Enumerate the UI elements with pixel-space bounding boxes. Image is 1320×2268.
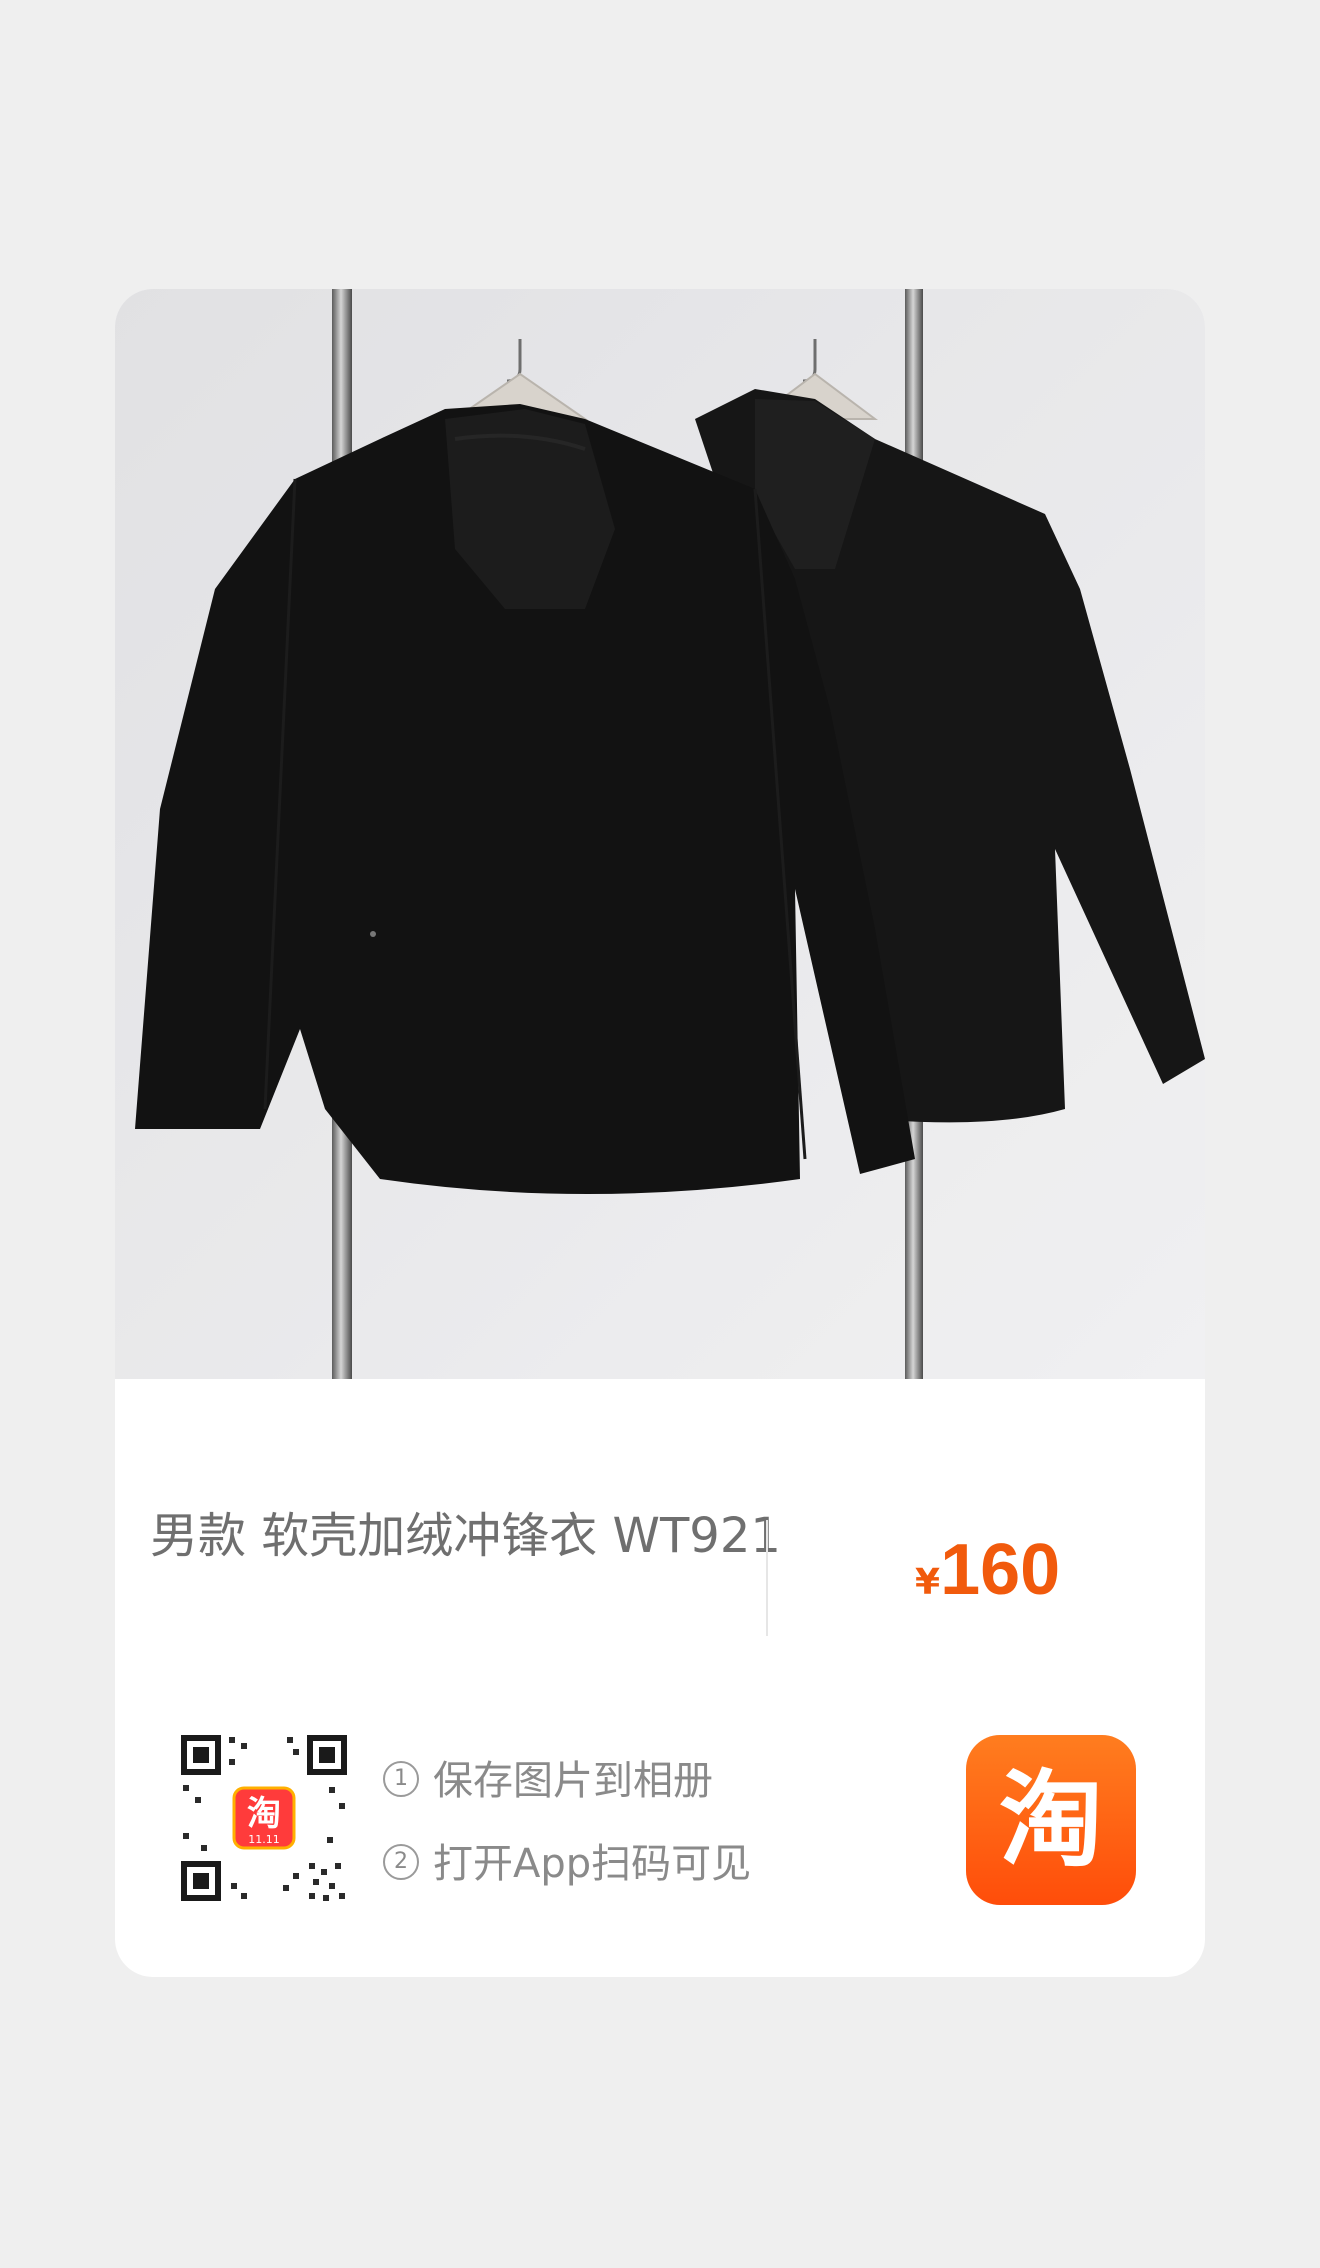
step-number-1: 1 [383,1761,419,1797]
qr-code: 淘 11.11 [179,1733,349,1903]
divider [766,1520,768,1636]
product-photo [115,289,1205,1379]
step-1-text: 保存图片到相册 [433,1758,713,1804]
currency-symbol: ¥ [915,1562,941,1603]
product-share-card: 男款 软壳加绒冲锋衣 WT921 ¥160 淘 11.11 1 保存图片到相册 … [115,289,1205,1977]
taobao-app-icon: 淘 [966,1735,1136,1905]
qr-badge-char: 淘 [247,1794,281,1834]
step-number-2: 2 [383,1844,419,1880]
instruction-step-2: 2 打开App扫码可见 [383,1844,751,1884]
product-price: ¥160 [915,1534,1060,1606]
qr-badge-sub: 11.11 [248,1833,280,1846]
price-value: 160 [940,1530,1061,1610]
step-2-text: 打开App扫码可见 [433,1841,752,1887]
instruction-step-1: 1 保存图片到相册 [383,1761,713,1801]
product-title: 男款 软壳加绒冲锋衣 WT921 [150,1508,781,1564]
